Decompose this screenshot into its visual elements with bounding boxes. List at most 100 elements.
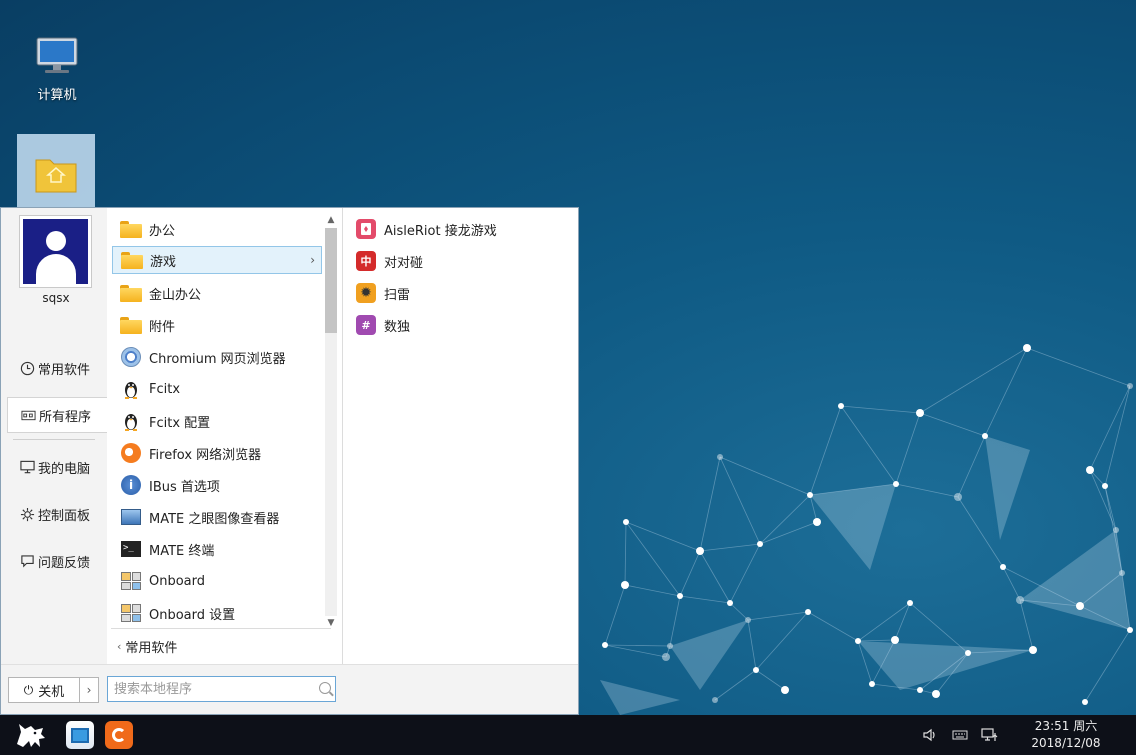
sudoku-icon: # xyxy=(356,315,376,335)
app-list-scrollbar[interactable]: ▲ ▼ xyxy=(323,213,339,630)
nav-item-all-programs[interactable]: 所有程序 xyxy=(7,397,107,433)
chromium-icon xyxy=(120,346,142,368)
kylin-logo-icon xyxy=(17,724,45,747)
clock[interactable]: 23:51 周六 2018/12/08 xyxy=(1014,718,1118,752)
app-item-firefox[interactable]: Firefox 网络浏览器 xyxy=(112,439,322,467)
firefox-icon xyxy=(105,721,133,749)
mine-icon: ✹ xyxy=(356,283,376,303)
grid-icon xyxy=(20,407,36,423)
app-item-wps-folder[interactable]: 金山办公 xyxy=(112,279,322,307)
app-item-label: Onboard 设置 xyxy=(149,607,236,623)
chat-icon xyxy=(19,553,35,569)
app-item-image-viewer[interactable]: MATE 之眼图像查看器 xyxy=(112,503,322,531)
desktop-icon-label: 计算机 xyxy=(37,88,77,103)
computer-icon xyxy=(36,37,78,73)
nav-divider xyxy=(13,439,95,440)
image-viewer-icon xyxy=(120,506,142,528)
avatar[interactable] xyxy=(19,215,92,288)
chevron-right-icon: › xyxy=(86,683,92,697)
game-item-mahjongg[interactable]: 中 对对碰 xyxy=(351,247,571,275)
user-icon xyxy=(23,219,88,284)
back-to-common-software[interactable]: ‹ 常用软件 xyxy=(117,634,177,658)
game-item-label: 数独 xyxy=(384,319,411,335)
terminal-icon: >_ xyxy=(120,538,142,560)
nav-item-feedback[interactable]: 问题反馈 xyxy=(7,543,107,579)
clock-date: 2018/12/08 xyxy=(1031,736,1101,750)
app-item-label: Fcitx xyxy=(149,381,181,397)
keyboard-settings-icon xyxy=(120,602,142,624)
penguin-icon xyxy=(120,410,142,432)
shutdown-options-button[interactable]: › xyxy=(80,677,99,703)
start-menu-button[interactable] xyxy=(12,720,50,750)
clock-time: 23:51 周六 xyxy=(1034,719,1098,733)
game-item-sudoku[interactable]: # 数独 xyxy=(351,311,571,339)
app-item-label: IBus 首选项 xyxy=(149,479,220,495)
start-menu-bottom-bar: ⏻ 关机 › xyxy=(1,664,578,714)
search-input[interactable] xyxy=(107,676,336,702)
nav-item-label: 问题反馈 xyxy=(38,555,91,571)
back-link-label: 常用软件 xyxy=(125,640,178,656)
nav-item-label: 我的电脑 xyxy=(38,461,91,477)
home-folder-icon xyxy=(35,159,77,193)
app-item-office-folder[interactable]: 办公 xyxy=(112,215,322,243)
nav-item-my-computer[interactable]: 我的电脑 xyxy=(7,449,107,485)
mahjong-icon: 中 xyxy=(356,251,376,271)
network-icon[interactable] xyxy=(980,725,1000,745)
folder-icon xyxy=(120,314,142,336)
nav-item-control-panel[interactable]: 控制面板 xyxy=(7,496,107,532)
folder-icon xyxy=(121,249,143,271)
keyboard-icon xyxy=(120,570,142,592)
app-item-label: 附件 xyxy=(149,319,176,335)
games-submenu: AisleRiot 接龙游戏 中 对对碰 ✹ 扫雷 # 数独 xyxy=(342,208,579,670)
start-menu-sidebar: sqsx 常用软件 所有程序 我的电脑 控制面板 问题反馈 xyxy=(1,208,107,670)
search-icon[interactable] xyxy=(319,682,331,694)
nav-item-label: 常用软件 xyxy=(38,362,91,378)
app-item-label: MATE 之眼图像查看器 xyxy=(149,511,280,527)
chevron-left-icon: ‹ xyxy=(117,639,122,653)
power-icon: ⏻ xyxy=(23,682,34,697)
penguin-icon xyxy=(120,378,142,400)
app-item-accessories-folder[interactable]: 附件 xyxy=(112,311,322,339)
app-item-label: Onboard xyxy=(149,573,206,589)
app-item-label: 游戏 xyxy=(150,254,177,270)
gear-icon xyxy=(19,506,35,522)
monitor-icon xyxy=(19,459,35,475)
keyboard-icon[interactable] xyxy=(950,725,970,745)
scroll-thumb[interactable] xyxy=(325,228,337,333)
firefox-icon xyxy=(120,442,142,464)
app-item-onboard[interactable]: Onboard xyxy=(112,567,322,595)
app-list-divider xyxy=(111,628,331,629)
desktop-icon-computer[interactable]: 计算机 xyxy=(18,36,96,103)
scroll-up-icon[interactable]: ▲ xyxy=(323,213,339,227)
app-item-onboard-settings[interactable]: Onboard 设置 xyxy=(112,599,322,627)
desktop-icon-home[interactable] xyxy=(17,134,95,208)
app-item-terminal[interactable]: >_ MATE 终端 xyxy=(112,535,322,563)
game-item-label: 对对碰 xyxy=(384,255,424,271)
volume-icon[interactable] xyxy=(920,725,940,745)
app-item-label: MATE 终端 xyxy=(149,543,215,559)
start-menu: sqsx 常用软件 所有程序 我的电脑 控制面板 问题反馈 办公 游戏 › 金山… xyxy=(0,207,579,715)
app-item-fcitx-config[interactable]: Fcitx 配置 xyxy=(112,407,322,435)
game-item-mines[interactable]: ✹ 扫雷 xyxy=(351,279,571,307)
shutdown-button[interactable]: ⏻ 关机 xyxy=(8,677,80,703)
chevron-right-icon: › xyxy=(310,253,315,267)
app-item-fcitx[interactable]: Fcitx xyxy=(112,375,322,403)
taskbar: 23:51 周六 2018/12/08 xyxy=(0,715,1136,755)
taskbar-firefox[interactable] xyxy=(104,720,134,750)
folder-icon xyxy=(120,282,142,304)
app-item-chromium[interactable]: Chromium 网页浏览器 xyxy=(112,343,322,371)
folder-icon xyxy=(120,218,142,240)
app-item-label: Chromium 网页浏览器 xyxy=(149,351,286,367)
app-item-ibus[interactable]: i IBus 首选项 xyxy=(112,471,322,499)
game-item-label: AisleRiot 接龙游戏 xyxy=(384,223,497,239)
nav-item-common-software[interactable]: 常用软件 xyxy=(7,350,107,386)
app-item-games-folder[interactable]: 游戏 › xyxy=(112,246,322,274)
ibus-icon: i xyxy=(120,474,142,496)
file-manager-icon xyxy=(66,721,94,749)
taskbar-file-manager[interactable] xyxy=(65,720,95,750)
game-item-label: 扫雷 xyxy=(384,287,411,303)
scroll-track[interactable] xyxy=(325,228,337,616)
app-item-label: Firefox 网络浏览器 xyxy=(149,447,262,463)
nav-item-label: 控制面板 xyxy=(38,508,91,524)
game-item-aisleriot[interactable]: AisleRiot 接龙游戏 xyxy=(351,215,571,243)
